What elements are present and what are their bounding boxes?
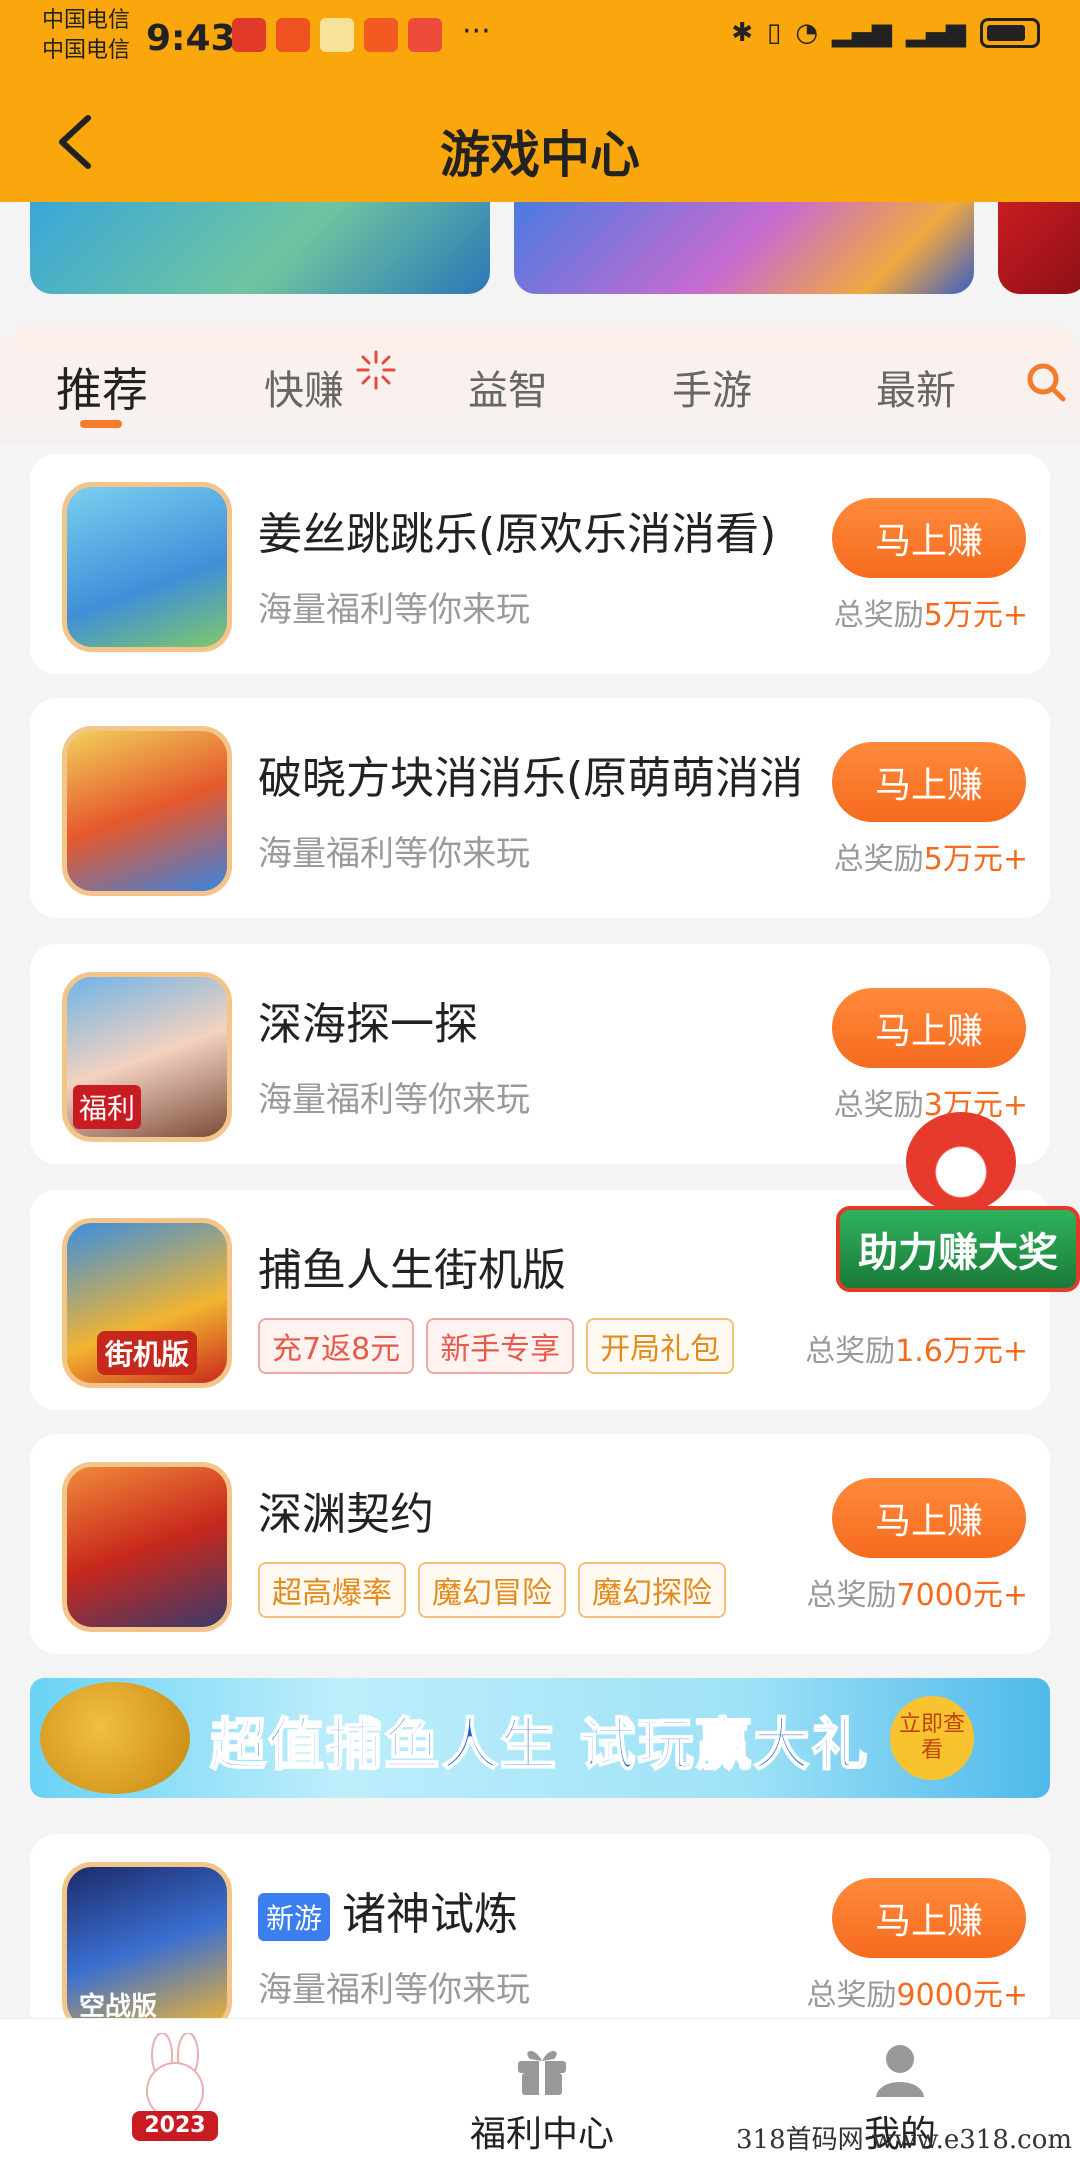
bottom-nav: 2023 福利中心 我的 318首码网 www.e318.com: [0, 2018, 1080, 2160]
game-name: 深海探一探: [258, 999, 478, 1050]
watermark: 318首码网 www.e318.com: [736, 2125, 1072, 2155]
game-icon: 街机版: [62, 1218, 232, 1388]
game-icon: 福利: [62, 972, 232, 1142]
carousel-banner[interactable]: [998, 202, 1080, 294]
floating-event-badge[interactable]: 助力赚大奖: [836, 1112, 1080, 1308]
earn-now-button[interactable]: 马上赚: [832, 742, 1026, 822]
total-reward: 总奖励7000元+: [806, 1578, 1028, 1613]
carrier-info: 中国电信 中国电信: [42, 6, 130, 66]
search-icon[interactable]: [1024, 360, 1068, 404]
game-subtitle: 海量福利等你来玩: [258, 1970, 530, 2010]
game-card[interactable]: 空战版 新游 诸神试炼 海量福利等你来玩 马上赚 总奖励9000元+: [30, 1834, 1050, 2034]
category-tabs: 推荐 快赚 益智 手游 最新: [0, 324, 1080, 444]
status-bar: 中国电信 中国电信 9:43 ··· ✱ ▯ ◔ ▂▄▆ ▂▄▆: [0, 0, 1080, 80]
promo-banner[interactable]: 超值捕鱼人生 试玩赢大礼 立即查看: [30, 1678, 1050, 1798]
tab-puzzle[interactable]: 益智: [468, 358, 548, 416]
event-label: 助力赚大奖: [836, 1206, 1080, 1292]
battery-icon: [980, 18, 1040, 48]
game-subtitle: 海量福利等你来玩: [258, 590, 530, 630]
game-tags: 充7返8元 新手专享 开局礼包: [258, 1318, 735, 1374]
tab-newest[interactable]: 最新: [876, 358, 956, 416]
game-name: 新游 诸神试炼: [258, 1878, 518, 1942]
bluetooth-icon: ✱: [731, 18, 753, 48]
reward-amount: 5万元+: [923, 842, 1028, 877]
signal-icon: ▂▄▆: [832, 18, 892, 48]
header: 中国电信 中国电信 9:43 ··· ✱ ▯ ◔ ▂▄▆ ▂▄▆ 游戏中心: [0, 0, 1080, 202]
game-icon: [62, 1462, 232, 1632]
tab-quick-earn[interactable]: 快赚: [264, 358, 344, 416]
total-reward: 总奖励5万元+: [833, 598, 1028, 633]
system-icons: ✱ ▯ ◔ ▂▄▆ ▂▄▆: [731, 18, 1040, 48]
promo-tag: 超高爆率: [258, 1562, 406, 1618]
game-title: 诸神试炼: [342, 1889, 519, 1940]
earn-now-button[interactable]: 马上赚: [832, 1878, 1026, 1958]
banner-carousel[interactable]: [0, 202, 1080, 297]
total-reward: 总奖励1.6万元+: [805, 1334, 1028, 1369]
promo-tag: 开局礼包: [586, 1318, 735, 1374]
profile-icon: [876, 2045, 924, 2097]
nav-welfare-center[interactable]: 福利中心: [470, 2039, 614, 2157]
icon-label: 福利: [73, 1085, 142, 1129]
game-tags: 超高爆率 魔幻冒险 魔幻探险: [258, 1562, 726, 1618]
promo-tag: 魔幻冒险: [418, 1562, 566, 1618]
promo-tag: 充7返8元: [258, 1318, 415, 1374]
year-label: 2023: [144, 2113, 206, 2138]
vibrate-icon: ▯: [767, 18, 782, 48]
game-name: 破晓方块消消乐(原萌萌消消: [258, 753, 804, 804]
game-icon: [62, 482, 232, 652]
more-notifications-icon: ···: [462, 14, 491, 49]
game-card[interactable]: 姜丝跳跳乐(原欢乐消消看) 海量福利等你来玩 马上赚 总奖励5万元+: [30, 454, 1050, 674]
game-icon: [62, 726, 232, 896]
signal-icon: ▂▄▆: [906, 18, 966, 48]
total-reward: 总奖励9000元+: [806, 1978, 1028, 2013]
promo-tag: 新手专享: [426, 1318, 575, 1374]
notification-icons: [232, 18, 442, 52]
mail-icon: [320, 18, 354, 52]
carousel-banner[interactable]: [30, 202, 490, 294]
page-title: 游戏中心: [440, 126, 640, 184]
nav-bar: 游戏中心: [0, 95, 1080, 195]
carrier-2: 中国电信: [42, 38, 131, 63]
game-card[interactable]: 破晓方块消消乐(原萌萌消消 海量福利等你来玩 马上赚 总奖励5万元+: [30, 698, 1050, 918]
app-notification-icon: [276, 18, 310, 52]
fish-mascot-image: [40, 1682, 190, 1794]
huawei-app-icon: [408, 18, 442, 52]
tab-mobile-games[interactable]: 手游: [672, 358, 752, 416]
game-name: 深渊契约: [258, 1489, 434, 1540]
game-name: 捕鱼人生街机版: [258, 1245, 566, 1296]
promo-tag: 魔幻探险: [578, 1562, 726, 1618]
rabbit-year-icon[interactable]: 2023: [110, 2032, 240, 2151]
earn-now-button[interactable]: 马上赚: [832, 988, 1026, 1068]
reward-amount: 9000元+: [896, 1978, 1028, 2013]
game-icon: 空战版: [62, 1862, 232, 2032]
reward-amount: 5万元+: [923, 598, 1028, 633]
nav-label: 福利中心: [470, 2114, 615, 2155]
reward-amount: 7000元+: [896, 1578, 1028, 1613]
game-subtitle: 海量福利等你来玩: [258, 1080, 530, 1120]
new-game-badge: 新游: [258, 1893, 331, 1941]
carrier-1: 中国电信: [42, 8, 131, 33]
santa-icon: [906, 1112, 1016, 1212]
game-subtitle: 海量福利等你来玩: [258, 834, 530, 874]
clock: 9:43: [146, 18, 236, 59]
gift-icon: [518, 2050, 566, 2095]
icon-label: 街机版: [97, 1331, 198, 1375]
carousel-banner[interactable]: [514, 202, 974, 294]
reward-amount: 1.6万元+: [895, 1334, 1028, 1369]
earn-now-button[interactable]: 马上赚: [832, 498, 1026, 578]
active-tab-indicator: [80, 420, 122, 428]
earn-now-button[interactable]: 马上赚: [832, 1478, 1026, 1558]
tab-recommend[interactable]: 推荐: [56, 354, 148, 420]
promo-text: 超值捕鱼人生 试玩赢大礼: [209, 1712, 870, 1779]
view-now-button[interactable]: 立即查看: [890, 1696, 974, 1780]
game-name: 姜丝跳跳乐(原欢乐消消看): [258, 509, 777, 560]
total-reward: 总奖励5万元+: [833, 842, 1028, 877]
app-notification-icon: [232, 18, 266, 52]
sparkle-icon: [356, 350, 396, 390]
game-card[interactable]: 深渊契约 超高爆率 魔幻冒险 魔幻探险 马上赚 总奖励7000元+: [30, 1434, 1050, 1654]
video-app-icon: [364, 18, 398, 52]
wifi-icon: ◔: [795, 18, 818, 48]
